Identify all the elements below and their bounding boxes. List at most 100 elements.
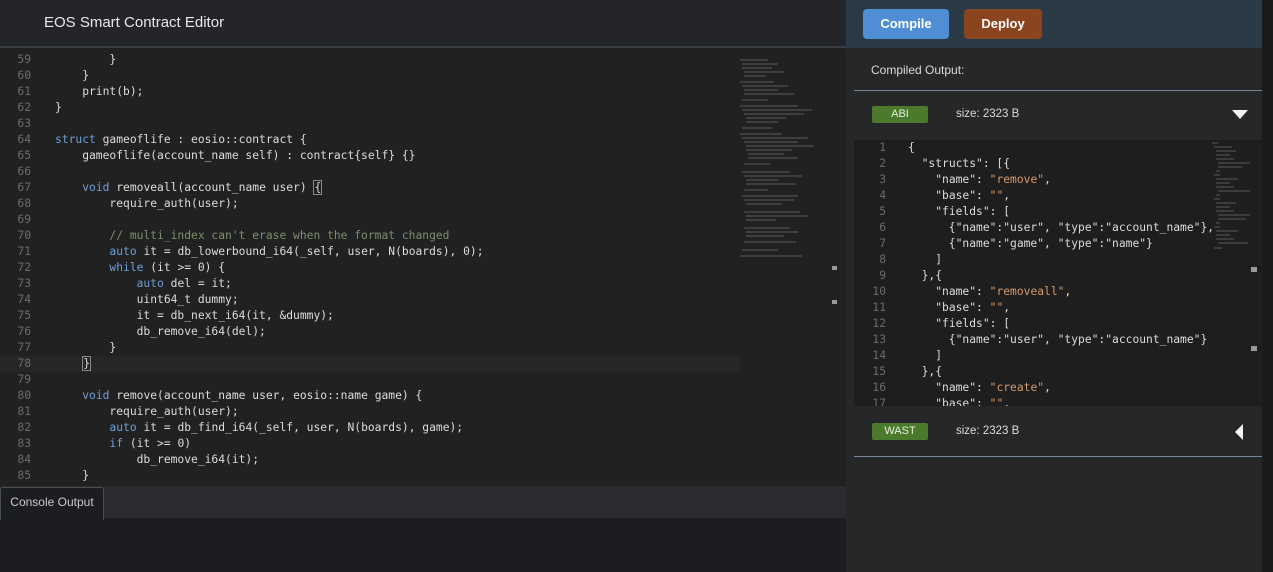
editor-scrollbar-marker[interactable] [832, 300, 837, 304]
pane-scrollbar-track[interactable] [1262, 0, 1273, 572]
code-editor[interactable]: 59 } 60 } 61 print(b); 62} 63 64 struct gameof… [0, 50, 846, 486]
code-line: 75 it = db_next_i64(it, &dummy); [0, 308, 333, 324]
line-number: 3 [879, 173, 886, 186]
code-line: 64 struct gameoflife : eosio::contract { [0, 132, 306, 148]
json-text: ] [908, 253, 943, 266]
compile-button[interactable]: Compile [863, 9, 949, 39]
line-number: 60 [17, 69, 31, 82]
line-number: 6 [879, 221, 886, 234]
abi-scrollbar-marker[interactable] [1251, 267, 1257, 272]
line-number: 69 [17, 213, 31, 226]
line-number: 2 [879, 157, 886, 170]
line-number: 63 [17, 117, 31, 130]
divider [854, 456, 1262, 457]
line-number: 81 [17, 405, 31, 418]
code-line: 71 auto it = db_lowerbound_i64(_self, us… [0, 244, 483, 260]
wast-badge: WAST [872, 423, 928, 440]
line-number: 5 [879, 205, 886, 218]
line-number: 68 [17, 197, 31, 210]
code-line: 63 [0, 116, 55, 132]
json-punct: , [1003, 397, 1011, 406]
keyword: while [109, 261, 144, 274]
code-line: 85 } [0, 468, 89, 484]
json-punct: : [976, 381, 990, 394]
json-text: },{ [908, 365, 943, 378]
line-number: 84 [17, 453, 31, 466]
code-line: 76 db_remove_i64(del); [0, 324, 265, 340]
code-line: 73 auto del = it; [0, 276, 232, 292]
json-value: "" [989, 301, 1004, 314]
code-text: del = it; [163, 277, 232, 290]
json-text: {"name":"user", "type":"account_name"}, [908, 221, 1215, 234]
code-line: 70 // multi_index can't erase when the f… [0, 228, 449, 244]
abi-minimap[interactable] [1210, 140, 1256, 252]
json-value: "create" [989, 381, 1045, 394]
json-key: "base" [935, 397, 977, 406]
json-punct: , [1044, 381, 1051, 394]
code-line: 84 db_remove_i64(it); [0, 452, 259, 468]
compiled-output-label: Compiled Output: [871, 63, 965, 77]
line-number: 13 [872, 333, 886, 346]
code-text: } [55, 341, 117, 354]
code-line: 59 } [0, 52, 116, 68]
json-punct: , [1064, 285, 1072, 298]
code-text: } [55, 69, 90, 82]
line-number: 64 [17, 133, 31, 146]
code-text: } [55, 53, 117, 66]
matched-brace: } [82, 356, 92, 371]
line-number: 12 [872, 317, 886, 330]
json-text: { [908, 141, 915, 154]
abi-line: 13 {"name":"user", "type":"account_name"… [854, 332, 1207, 348]
json-key: "base" [935, 301, 977, 314]
line-number: 9 [879, 269, 886, 282]
line-number: 17 [872, 397, 886, 406]
code-line: 81 require_auth(user); [0, 404, 239, 420]
console-panel: Console Output [0, 486, 846, 572]
line-number: 82 [17, 421, 31, 434]
abi-code-view[interactable]: 1{2 "structs": [{3 "name": "remove", 4 "b… [854, 140, 1262, 406]
keyword: if [109, 437, 124, 450]
json-text: {"name":"user", "type":"account_name"} [908, 333, 1208, 346]
keyword: auto [109, 245, 137, 258]
code-text: require_auth(user); [55, 197, 239, 210]
line-number: 73 [17, 277, 31, 290]
code-text: print(b); [55, 85, 144, 98]
editor-minimap[interactable] [738, 56, 828, 266]
code-text: require_auth(user); [55, 405, 239, 418]
line-number: 65 [17, 149, 31, 162]
line-number: 70 [17, 229, 31, 242]
deploy-button[interactable]: Deploy [964, 9, 1042, 39]
code-line: 66 [0, 164, 55, 180]
line-number: 71 [17, 245, 31, 258]
json-key: "fields" [935, 317, 990, 330]
code-text: uint64_t dummy; [55, 293, 239, 306]
triangle-down-icon[interactable] [1232, 110, 1248, 119]
abi-line: 1{ [854, 140, 915, 156]
code-text: remove(account_name user, eosio::name ga… [109, 389, 423, 402]
json-punct: : [976, 173, 990, 186]
code-line: 62} [0, 100, 61, 116]
code-text: } [55, 469, 90, 482]
abi-scrollbar-marker[interactable] [1251, 346, 1257, 351]
tab-console-output[interactable]: Console Output [0, 487, 104, 520]
keyword: void [82, 389, 110, 402]
editor-scrollbar-marker[interactable] [832, 266, 837, 270]
line-number: 78 [17, 357, 31, 370]
keyword: auto [136, 277, 164, 290]
triangle-left-icon[interactable] [1235, 424, 1243, 440]
line-number: 11 [872, 301, 886, 314]
abi-line: 9 },{ [854, 268, 942, 284]
abi-line: 14 ] [854, 348, 942, 364]
line-number: 74 [17, 293, 31, 306]
code-line: 74 uint64_t dummy; [0, 292, 239, 308]
divider [854, 90, 1262, 91]
abi-line: 16 "name": "create", [854, 380, 1051, 396]
code-line: 78 } [0, 356, 92, 372]
line-number: 4 [879, 189, 886, 202]
abi-line: 5 "fields": [ [854, 204, 1010, 220]
abi-line: 2 "structs": [{ [854, 156, 1010, 172]
line-number: 76 [17, 325, 31, 338]
abi-line: 8 ] [854, 252, 942, 268]
code-line: 79 [0, 372, 55, 388]
json-punct: : [976, 397, 990, 406]
